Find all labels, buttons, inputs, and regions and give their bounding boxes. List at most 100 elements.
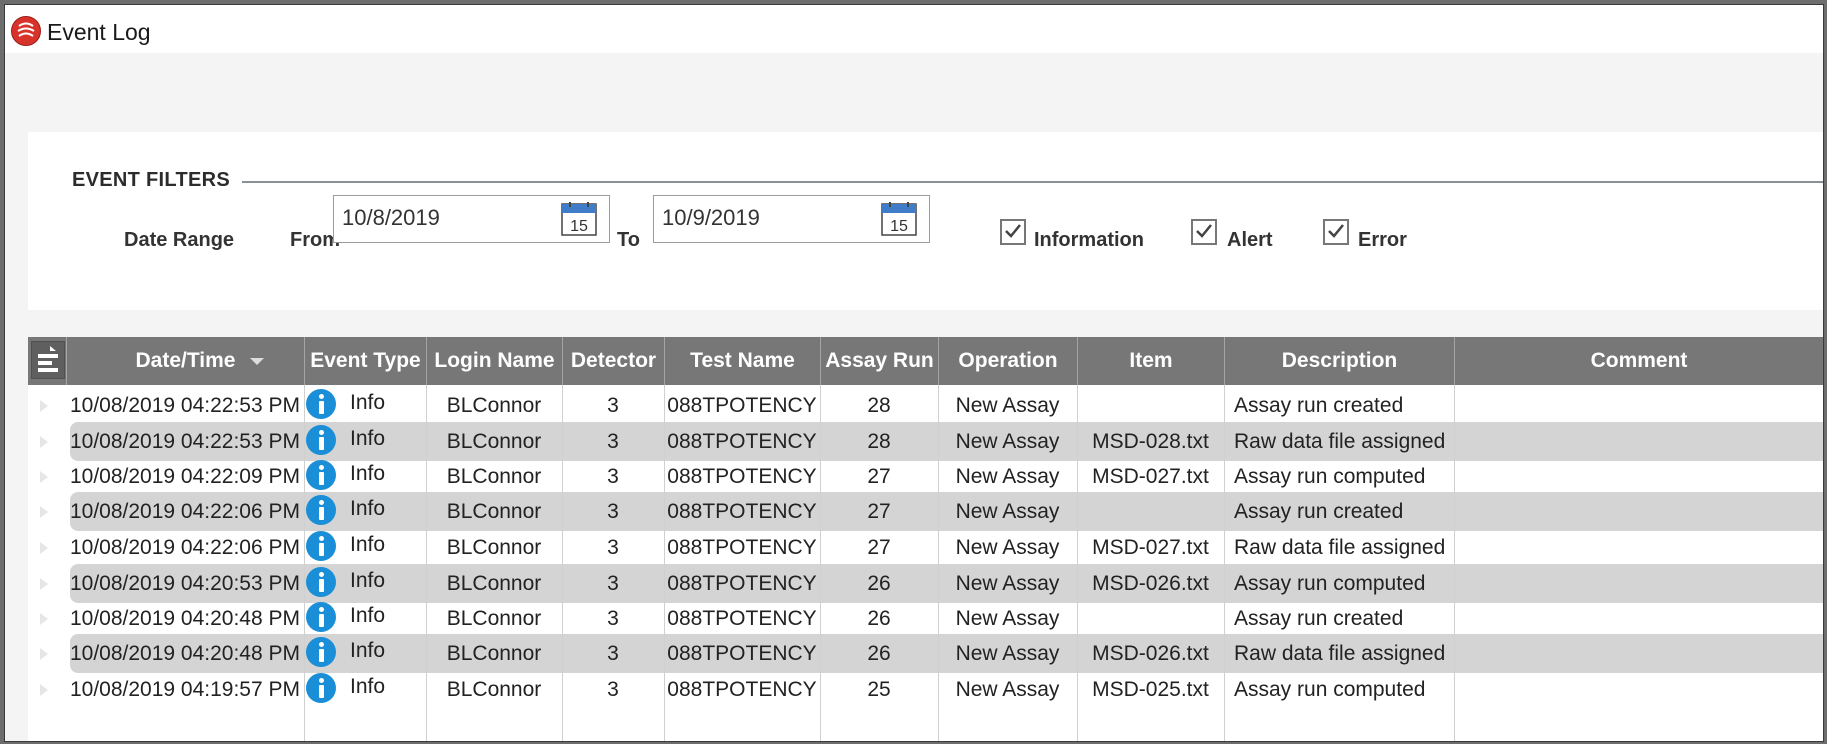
check-icon — [1196, 224, 1212, 238]
cell-login-name: BLConnor — [446, 642, 542, 665]
column-header-item[interactable]: Item — [1077, 337, 1224, 385]
table-row[interactable]: 10/08/2019 04:22:53 PM Info BLConnor 3 088TP… — [28, 385, 1823, 426]
calendar-day: 15 — [890, 218, 908, 235]
to-date-input[interactable] — [662, 204, 862, 232]
check-icon — [1328, 224, 1344, 238]
grid-header: Date/Time Event Type Login Name Detector Tes… — [28, 337, 1823, 385]
table-row[interactable]: 10/08/2019 04:22:06 PM Info BLConnor 3 088TP… — [28, 491, 1823, 532]
event-filters-panel: EVENT FILTERS Date Range From 15 To 15 — [28, 132, 1823, 310]
cell-date-time: 10/08/2019 04:22:06 PM — [69, 536, 300, 559]
cell-event-type: Info — [350, 497, 386, 520]
information-label[interactable]: Information — [1034, 229, 1144, 252]
cell-item: MSD-027.txt — [1092, 536, 1209, 559]
column-header-comment[interactable]: Comment — [1454, 337, 1823, 385]
info-icon — [306, 425, 336, 455]
row-selector-icon[interactable] — [40, 684, 48, 696]
error-label[interactable]: Error — [1358, 229, 1407, 252]
section-divider — [242, 181, 1823, 183]
row-selector-icon[interactable] — [40, 400, 48, 412]
cell-assay-run: 28 — [867, 394, 891, 417]
cell-date-time: 10/08/2019 04:22:06 PM — [69, 500, 300, 523]
cell-description: Assay run computed — [1234, 678, 1426, 701]
cell-detector: 3 — [607, 500, 619, 523]
cell-comment — [1464, 491, 1823, 532]
to-label: To — [617, 229, 640, 251]
cell-operation: New Assay — [955, 394, 1060, 417]
cell-detector: 3 — [607, 678, 619, 701]
cell-assay-run: 25 — [867, 678, 891, 701]
cell-assay-run: 27 — [867, 500, 891, 523]
cell-assay-run: 27 — [867, 536, 891, 559]
window-title: Event Log — [47, 19, 151, 45]
info-icon — [306, 460, 336, 490]
calendar-icon[interactable]: 15 — [881, 202, 917, 236]
event-log-grid: Date/Time Event Type Login Name Detector Tes… — [28, 337, 1823, 741]
cell-comment — [1464, 385, 1823, 426]
from-date-picker[interactable]: 15 — [333, 195, 610, 243]
column-header-date-time[interactable]: Date/Time — [66, 337, 304, 385]
column-header-event-type[interactable]: Event Type — [304, 337, 426, 385]
column-header-test-name[interactable]: Test Name — [664, 337, 820, 385]
cell-description: Assay run created — [1234, 394, 1404, 417]
row-selector-icon[interactable] — [40, 471, 48, 483]
cell-detector: 3 — [607, 536, 619, 559]
column-divider — [664, 385, 665, 741]
date-range-label: Date Range — [124, 229, 235, 251]
calendar-day: 15 — [570, 218, 588, 235]
cell-item — [1077, 491, 1224, 532]
cell-operation: New Assay — [955, 642, 1060, 665]
column-divider — [426, 385, 427, 741]
alert-checkbox[interactable] — [1191, 219, 1217, 245]
cell-detector: 3 — [607, 394, 619, 417]
column-divider — [562, 385, 563, 741]
info-icon — [306, 602, 336, 632]
info-icon — [306, 495, 336, 525]
info-icon — [306, 389, 336, 419]
cell-comment — [1464, 669, 1823, 710]
column-header-operation[interactable]: Operation — [938, 337, 1077, 385]
table-row[interactable]: 10/08/2019 04:19:57 PM Info BLConnor 3 088TP… — [28, 669, 1823, 710]
info-icon — [306, 567, 336, 597]
table-row[interactable]: 10/08/2019 04:20:48 PM Info BLConnor 3 088TP… — [28, 633, 1823, 674]
cell-date-time: 10/08/2019 04:19:57 PM — [69, 678, 300, 701]
column-header-description[interactable]: Description — [1224, 337, 1454, 385]
cell-date-time: 10/08/2019 04:22:53 PM — [69, 394, 300, 417]
cell-event-type: Info — [350, 391, 386, 414]
column-divider — [820, 385, 821, 741]
row-selector-icon[interactable] — [40, 613, 48, 625]
cell-test-name: 088TPOTENCY — [667, 536, 817, 559]
calendar-icon[interactable]: 15 — [561, 202, 597, 236]
cell-event-type: Info — [350, 533, 386, 556]
cell-item: MSD-026.txt — [1092, 642, 1209, 665]
cell-operation: New Assay — [955, 500, 1060, 523]
cell-detector: 3 — [607, 642, 619, 665]
column-divider — [1454, 385, 1455, 741]
cell-login-name: BLConnor — [446, 678, 542, 701]
row-selector-icon[interactable] — [40, 648, 48, 660]
cell-login-name: BLConnor — [446, 394, 542, 417]
row-selector-icon[interactable] — [40, 436, 48, 448]
alert-label[interactable]: Alert — [1227, 229, 1273, 252]
column-chooser-icon[interactable] — [31, 341, 65, 379]
cell-date-time: 10/08/2019 04:20:48 PM — [69, 642, 300, 665]
column-header-detector[interactable]: Detector — [562, 337, 664, 385]
cell-test-name: 088TPOTENCY — [667, 642, 817, 665]
cell-login-name: BLConnor — [446, 536, 542, 559]
error-checkbox[interactable] — [1323, 219, 1349, 245]
cell-item — [1077, 385, 1224, 426]
cell-assay-run: 26 — [867, 642, 891, 665]
row-selector-icon[interactable] — [40, 578, 48, 590]
from-date-input[interactable] — [342, 204, 542, 232]
table-row[interactable]: 10/08/2019 04:22:06 PM Info BLConnor 3 088TP… — [28, 527, 1823, 568]
filters-section-title: EVENT FILTERS — [72, 169, 230, 191]
column-divider — [1224, 385, 1225, 741]
column-header-login-name[interactable]: Login Name — [426, 337, 562, 385]
cell-event-type: Info — [350, 639, 386, 662]
cell-test-name: 088TPOTENCY — [667, 394, 817, 417]
row-selector-icon[interactable] — [40, 506, 48, 518]
information-checkbox[interactable] — [1000, 219, 1026, 245]
to-date-picker[interactable]: 15 — [653, 195, 930, 243]
column-header-assay-run[interactable]: Assay Run — [820, 337, 938, 385]
row-selector-icon[interactable] — [40, 542, 48, 554]
cell-description: Raw data file assigned — [1234, 642, 1446, 665]
